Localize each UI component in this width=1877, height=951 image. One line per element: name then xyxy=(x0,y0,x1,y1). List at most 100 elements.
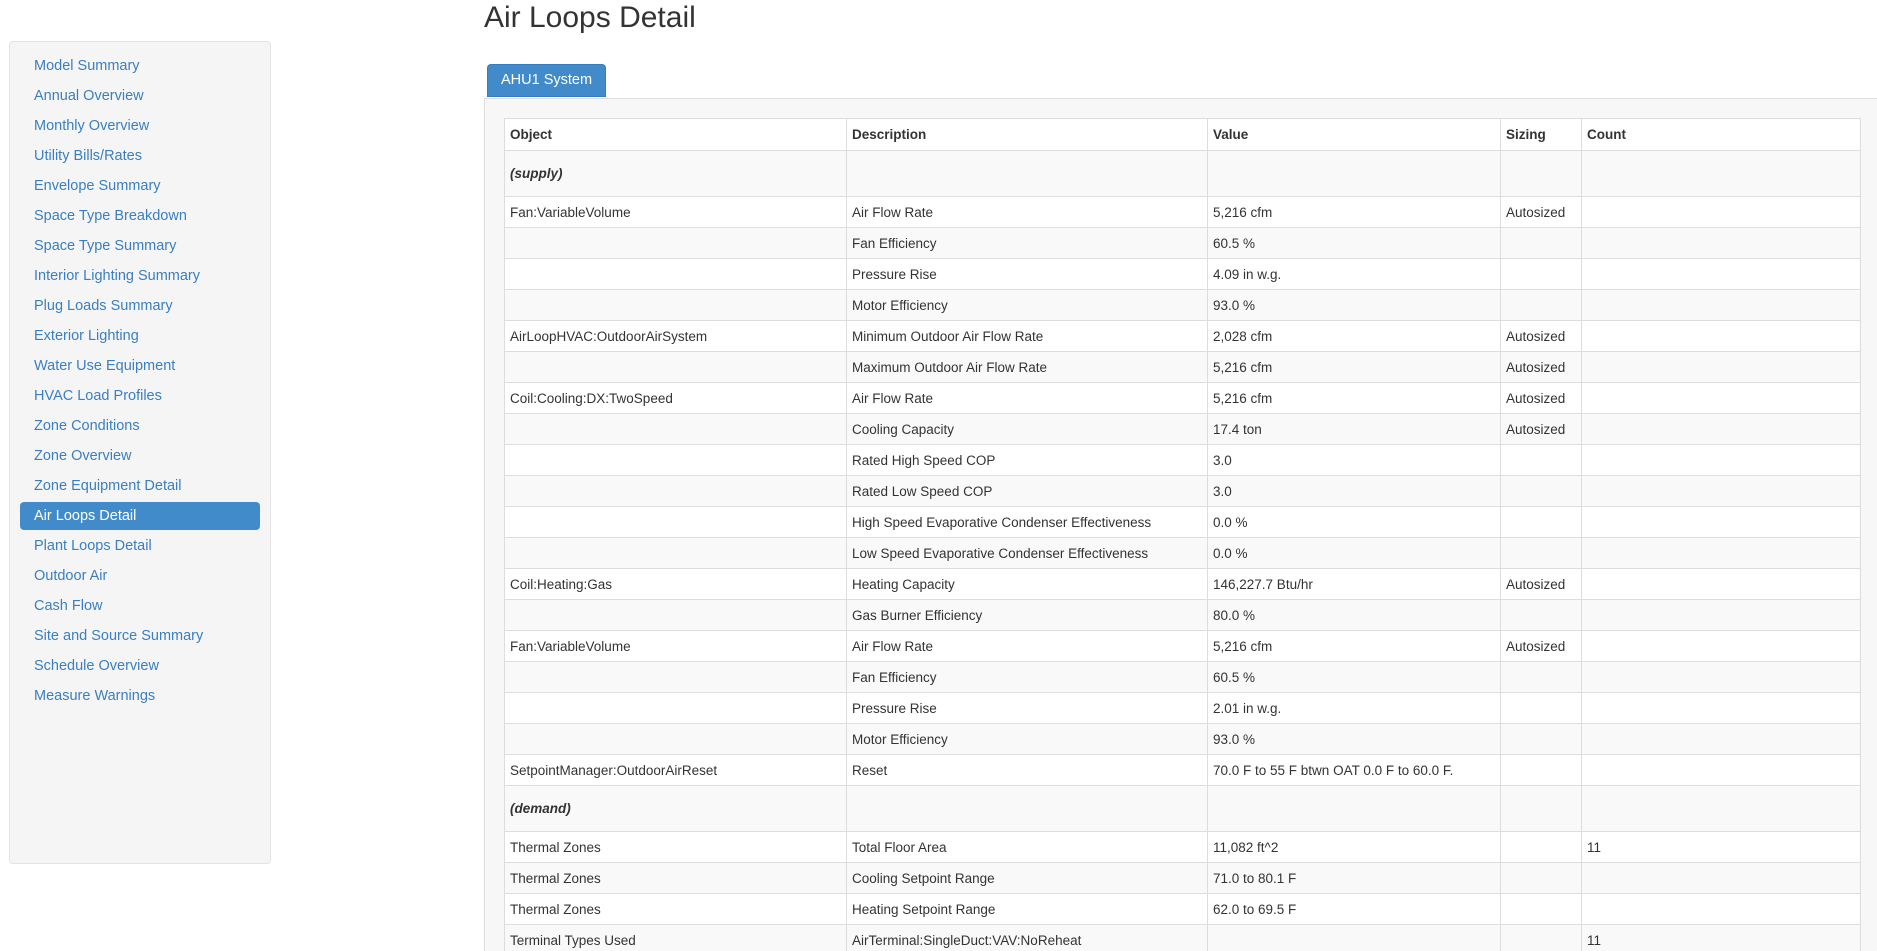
cell-object: (supply) xyxy=(504,150,847,197)
table-row: AirLoopHVAC:OutdoorAirSystem Minimum Outd… xyxy=(504,320,1861,352)
cell-sizing xyxy=(1500,831,1582,863)
cell-sizing xyxy=(1500,862,1582,894)
cell-count: 11 xyxy=(1581,924,1861,951)
sidebar-item-plant-loops-detail[interactable]: Plant Loops Detail xyxy=(20,532,260,560)
cell-value: 0.0 % xyxy=(1207,506,1501,538)
cell-count xyxy=(1581,289,1861,321)
cell-sizing xyxy=(1500,150,1582,197)
cell-sizing: Autosized xyxy=(1500,630,1582,662)
table-row: Rated High Speed COP 3.0 xyxy=(504,444,1861,476)
sidebar-item-measure-warnings[interactable]: Measure Warnings xyxy=(20,682,260,710)
cell-value: 2,028 cfm xyxy=(1207,320,1501,352)
cell-description: Air Flow Rate xyxy=(846,196,1208,228)
cell-count xyxy=(1581,320,1861,352)
cell-count xyxy=(1581,537,1861,569)
sidebar-item-site-and-source-summary[interactable]: Site and Source Summary xyxy=(20,622,260,650)
cell-description: Pressure Rise xyxy=(846,692,1208,724)
sidebar-item-air-loops-detail[interactable]: Air Loops Detail xyxy=(20,502,260,530)
sidebar-item-outdoor-air[interactable]: Outdoor Air xyxy=(20,562,260,590)
sidebar-item-zone-conditions[interactable]: Zone Conditions xyxy=(20,412,260,440)
cell-description xyxy=(846,785,1208,832)
cell-count xyxy=(1581,723,1861,755)
cell-object: Fan:VariableVolume xyxy=(504,630,847,662)
sidebar-item-interior-lighting-summary[interactable]: Interior Lighting Summary xyxy=(20,262,260,290)
cell-sizing xyxy=(1500,444,1582,476)
cell-description: Rated Low Speed COP xyxy=(846,475,1208,507)
cell-value: 71.0 to 80.1 F xyxy=(1207,862,1501,894)
cell-sizing xyxy=(1500,289,1582,321)
sidebar-item-annual-overview[interactable]: Annual Overview xyxy=(20,82,260,110)
table-row: Thermal Zones Cooling Setpoint Range 71.0 … xyxy=(504,862,1861,894)
column-header-object: Object xyxy=(504,118,847,151)
cell-description: Low Speed Evaporative Condenser Effectiv… xyxy=(846,537,1208,569)
cell-object: AirLoopHVAC:OutdoorAirSystem xyxy=(504,320,847,352)
cell-description: Motor Efficiency xyxy=(846,289,1208,321)
table-body: (supply) Fan:VariableVolume Air Flow Rate 5… xyxy=(504,150,1861,951)
table-row: Coil:Heating:Gas Heating Capacity 146,227.… xyxy=(504,568,1861,600)
cell-value xyxy=(1207,150,1501,197)
cell-sizing xyxy=(1500,475,1582,507)
sidebar-item-hvac-load-profiles[interactable]: HVAC Load Profiles xyxy=(20,382,260,410)
cell-count xyxy=(1581,351,1861,383)
cell-sizing: Autosized xyxy=(1500,196,1582,228)
cell-value: 5,216 cfm xyxy=(1207,382,1501,414)
cell-count xyxy=(1581,785,1861,832)
cell-value: 0.0 % xyxy=(1207,537,1501,569)
sidebar-item-cash-flow[interactable]: Cash Flow xyxy=(20,592,260,620)
sidebar-item-monthly-overview[interactable]: Monthly Overview xyxy=(20,112,260,140)
table-row: Rated Low Speed COP 3.0 xyxy=(504,475,1861,507)
table-row: Motor Efficiency 93.0 % xyxy=(504,289,1861,321)
cell-count xyxy=(1581,568,1861,600)
cell-value: 5,216 cfm xyxy=(1207,196,1501,228)
table-row: Fan:VariableVolume Air Flow Rate 5,216 cfm… xyxy=(504,630,1861,662)
sidebar-item-model-summary[interactable]: Model Summary xyxy=(20,52,260,80)
cell-count xyxy=(1581,599,1861,631)
cell-value: 3.0 xyxy=(1207,444,1501,476)
column-header-description: Description xyxy=(846,118,1208,151)
cell-sizing xyxy=(1500,599,1582,631)
sidebar-item-zone-overview[interactable]: Zone Overview xyxy=(20,442,260,470)
sidebar-item-exterior-lighting[interactable]: Exterior Lighting xyxy=(20,322,260,350)
cell-object: Terminal Types Used xyxy=(504,924,847,951)
cell-sizing: Autosized xyxy=(1500,320,1582,352)
cell-description: Fan Efficiency xyxy=(846,227,1208,259)
cell-object xyxy=(504,537,847,569)
sidebar-item-utility-bills-rates[interactable]: Utility Bills/Rates xyxy=(20,142,260,170)
cell-value: 2.01 in w.g. xyxy=(1207,692,1501,724)
cell-value xyxy=(1207,785,1501,832)
cell-description: Reset xyxy=(846,754,1208,786)
table-row: Low Speed Evaporative Condenser Effectiv… xyxy=(504,537,1861,569)
cell-value: 11,082 ft^2 xyxy=(1207,831,1501,863)
cell-description: AirTerminal:SingleDuct:VAV:NoReheat xyxy=(846,924,1208,951)
sidebar-item-schedule-overview[interactable]: Schedule Overview xyxy=(20,652,260,680)
cell-description: Gas Burner Efficiency xyxy=(846,599,1208,631)
cell-object xyxy=(504,258,847,290)
tab-ahu1-system[interactable]: AHU1 System xyxy=(487,64,607,97)
cell-sizing xyxy=(1500,893,1582,925)
sidebar-item-space-type-breakdown[interactable]: Space Type Breakdown xyxy=(20,202,260,230)
sidebar-item-space-type-summary[interactable]: Space Type Summary xyxy=(20,232,260,260)
cell-count xyxy=(1581,754,1861,786)
table-row: Gas Burner Efficiency 80.0 % xyxy=(504,599,1861,631)
section-row: (demand) xyxy=(504,785,1861,832)
cell-description: Heating Capacity xyxy=(846,568,1208,600)
sidebar-item-water-use-equipment[interactable]: Water Use Equipment xyxy=(20,352,260,380)
cell-sizing: Autosized xyxy=(1500,413,1582,445)
cell-object: Coil:Cooling:DX:TwoSpeed xyxy=(504,382,847,414)
sidebar-item-plug-loads-summary[interactable]: Plug Loads Summary xyxy=(20,292,260,320)
cell-object xyxy=(504,506,847,538)
cell-count xyxy=(1581,444,1861,476)
cell-count xyxy=(1581,475,1861,507)
cell-description: Rated High Speed COP xyxy=(846,444,1208,476)
sidebar-item-zone-equipment-detail[interactable]: Zone Equipment Detail xyxy=(20,472,260,500)
cell-value: 5,216 cfm xyxy=(1207,630,1501,662)
section-row: (supply) xyxy=(504,150,1861,197)
sidebar-item-envelope-summary[interactable]: Envelope Summary xyxy=(20,172,260,200)
table-row: High Speed Evaporative Condenser Effecti… xyxy=(504,506,1861,538)
cell-description: Fan Efficiency xyxy=(846,661,1208,693)
column-header-count: Count xyxy=(1581,118,1861,151)
cell-value: 4.09 in w.g. xyxy=(1207,258,1501,290)
cell-count xyxy=(1581,413,1861,445)
cell-object xyxy=(504,692,847,724)
cell-count xyxy=(1581,227,1861,259)
